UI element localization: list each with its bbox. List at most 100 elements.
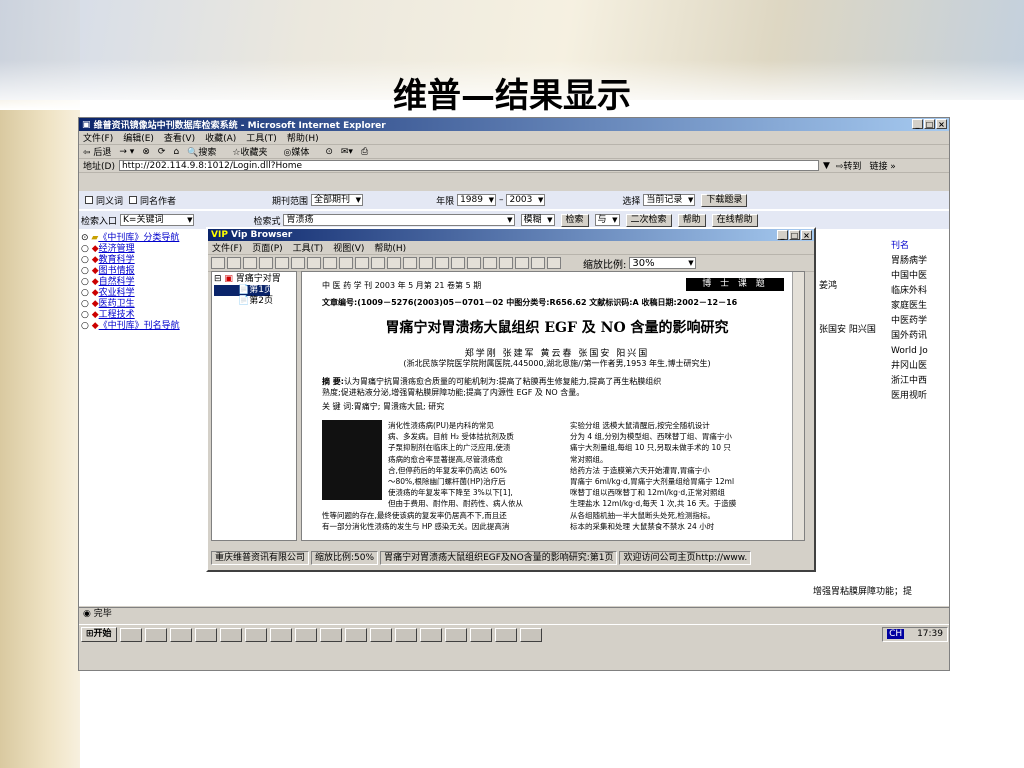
thumbnails-icon[interactable] (515, 257, 529, 269)
nav-item-link[interactable]: 经济管理 (99, 244, 135, 254)
taskbar-button[interactable] (494, 627, 517, 642)
save-icon[interactable] (227, 257, 241, 269)
ime-indicator[interactable]: CH (887, 629, 905, 639)
ocr-icon[interactable] (499, 257, 513, 269)
arrow-down-icon[interactable] (339, 257, 353, 269)
open-icon[interactable] (211, 257, 225, 269)
range-select[interactable]: 全部期刊 (311, 194, 364, 206)
arrow-up-icon[interactable] (371, 257, 385, 269)
home-icon[interactable]: ⌂ (173, 147, 179, 157)
journal-cell[interactable]: 浙江中西 (891, 374, 949, 389)
synonym-checkbox[interactable] (85, 196, 93, 204)
export-icon[interactable] (547, 257, 561, 269)
taskbar-button[interactable] (344, 627, 367, 642)
last-page-icon[interactable] (307, 257, 321, 269)
maximize-button[interactable]: □ (924, 119, 935, 129)
vip-close-button[interactable]: × (801, 230, 812, 240)
history-icon[interactable]: ⊙ (325, 147, 333, 157)
taskbar-button[interactable] (244, 627, 267, 642)
vip-minimize-button[interactable]: _ (777, 230, 788, 240)
taskbar-button[interactable] (369, 627, 392, 642)
refresh-icon[interactable]: ⟳ (158, 147, 166, 157)
nav-item-link[interactable]: 农业科学 (99, 288, 135, 298)
entry-select[interactable]: K=关键词 (120, 214, 195, 226)
start-button[interactable]: ⊞开始 (81, 627, 117, 642)
vip-maximize-button[interactable]: □ (789, 230, 800, 240)
go-button[interactable]: ⇨转到 (836, 159, 862, 172)
nav-item[interactable]: ○ ◆图书情报 (81, 266, 209, 277)
taskbar-button[interactable] (519, 627, 542, 642)
journal-nav[interactable]: ○ ◆《中刊库》刊名导航 (81, 321, 209, 332)
nav-item-link[interactable]: 图书情报 (99, 266, 135, 276)
zoom-select[interactable]: 30% (629, 257, 696, 269)
online-help-button[interactable]: 在线帮助 (711, 213, 758, 227)
taskbar-button[interactable] (469, 627, 492, 642)
nav-item-link[interactable]: 自然科学 (99, 277, 135, 287)
help-button[interactable]: 帮助 (677, 213, 706, 227)
vertical-scrollbar[interactable] (792, 272, 804, 540)
copy-icon[interactable] (467, 257, 481, 269)
nav-item-link[interactable]: 工程技术 (99, 310, 135, 320)
nav-root-link[interactable]: 《中刊库》分类导航 (98, 233, 179, 243)
journal-cell[interactable]: 家庭医生 (891, 299, 949, 314)
menu-view[interactable]: 查看(V) (164, 131, 195, 144)
nav-item[interactable]: ○ ◆教育科学 (81, 255, 209, 266)
forward-icon[interactable]: → ▾ (119, 147, 134, 157)
taskbar-button[interactable] (119, 627, 142, 642)
taskbar-button[interactable] (294, 627, 317, 642)
journal-cell[interactable]: 国外药讯 (891, 329, 949, 344)
vip-menu-view[interactable]: 视图(V) (333, 241, 364, 254)
taskbar-button[interactable] (419, 627, 442, 642)
nav-root[interactable]: ⊙ ▰《中刊库》分类导航 (81, 233, 209, 244)
close-button[interactable]: × (936, 119, 947, 129)
journal-cell[interactable]: 胃肠病学 (891, 254, 949, 269)
nav-item-link[interactable]: 医药卫生 (99, 299, 135, 309)
zoom-in-icon[interactable] (387, 257, 401, 269)
menu-file[interactable]: 文件(F) (83, 131, 113, 144)
journal-cell[interactable]: 井冈山医 (891, 359, 949, 374)
vip-menu-help[interactable]: 帮助(H) (374, 241, 406, 254)
nav-item[interactable]: ○ ◆农业科学 (81, 288, 209, 299)
nav-item[interactable]: ○ ◆经济管理 (81, 244, 209, 255)
search-button[interactable]: 🔍搜索 (187, 145, 224, 158)
select-icon[interactable] (483, 257, 497, 269)
media-button[interactable]: ◎媒体 (283, 145, 317, 158)
download-button[interactable]: 下载题录 (701, 193, 748, 207)
record-select[interactable]: 当前记录 (643, 194, 696, 206)
arrow-right-icon[interactable] (355, 257, 369, 269)
fit-height-icon[interactable] (435, 257, 449, 269)
taskbar-button[interactable] (194, 627, 217, 642)
journal-cell[interactable]: 医用视听 (891, 389, 949, 404)
menu-help[interactable]: 帮助(H) (287, 131, 319, 144)
year-from-select[interactable]: 1989 (457, 194, 496, 206)
taskbar-button[interactable] (169, 627, 192, 642)
fit-width-icon[interactable] (419, 257, 433, 269)
minimize-button[interactable]: _ (912, 119, 923, 129)
vip-menu-file[interactable]: 文件(F) (212, 241, 242, 254)
links-button[interactable]: 链接 » (869, 159, 895, 172)
mode-select[interactable]: 模糊 (520, 214, 555, 226)
taskbar-button[interactable] (319, 627, 342, 642)
menu-favorites[interactable]: 收藏(A) (205, 131, 236, 144)
taskbar-button[interactable] (144, 627, 167, 642)
tree-page[interactable]: 📄第1页 (214, 285, 273, 296)
nav-item-link[interactable]: 教育科学 (99, 255, 135, 265)
back-button[interactable]: ⇦ 后退 (83, 145, 111, 158)
menu-edit[interactable]: 编辑(E) (123, 131, 154, 144)
arrow-left-icon[interactable] (323, 257, 337, 269)
journal-cell[interactable]: 临床外科 (891, 284, 949, 299)
year-to-select[interactable]: 2003 (506, 194, 546, 206)
taskbar-button[interactable] (269, 627, 292, 642)
first-page-icon[interactable] (259, 257, 273, 269)
nav-item[interactable]: ○ ◆自然科学 (81, 277, 209, 288)
search-input[interactable]: 胃溃疡 (283, 214, 515, 226)
tree-root[interactable]: ⊟ ▣ 胃痛宁对胃 (214, 274, 294, 285)
taskbar-button[interactable] (394, 627, 417, 642)
logic-select[interactable]: 与 (594, 214, 620, 226)
journal-nav-link[interactable]: 《中刊库》刊名导航 (99, 321, 180, 331)
tree-page[interactable]: 📄第2页 (214, 296, 294, 307)
rotate-icon[interactable] (451, 257, 465, 269)
favorites-button[interactable]: ☆收藏夹 (232, 145, 275, 158)
journal-cell[interactable]: 中国中医 (891, 269, 949, 284)
journal-cell[interactable]: 中医药学 (891, 314, 949, 329)
